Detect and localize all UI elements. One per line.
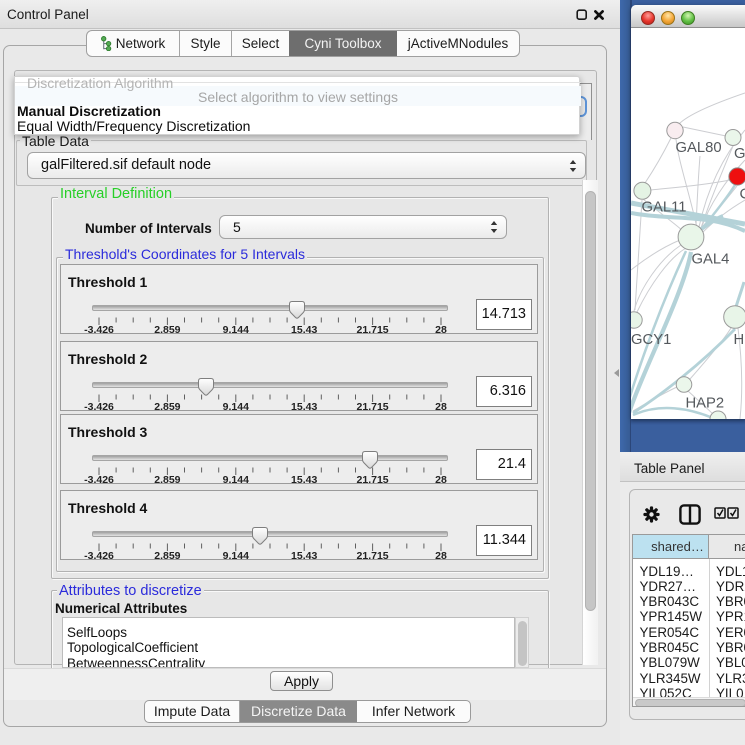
svg-text:HAP2: HAP2 bbox=[686, 396, 725, 412]
svg-text:HIS: HIS bbox=[734, 332, 745, 348]
svg-text:GAL11: GAL11 bbox=[642, 200, 687, 216]
svg-text:GAL80: GAL80 bbox=[676, 140, 722, 156]
svg-text:GCY1: GCY1 bbox=[631, 332, 671, 348]
svg-text:G.: G. bbox=[734, 146, 745, 162]
svg-text:GAL4: GAL4 bbox=[692, 252, 730, 268]
svg-text:CY: CY bbox=[740, 187, 745, 203]
